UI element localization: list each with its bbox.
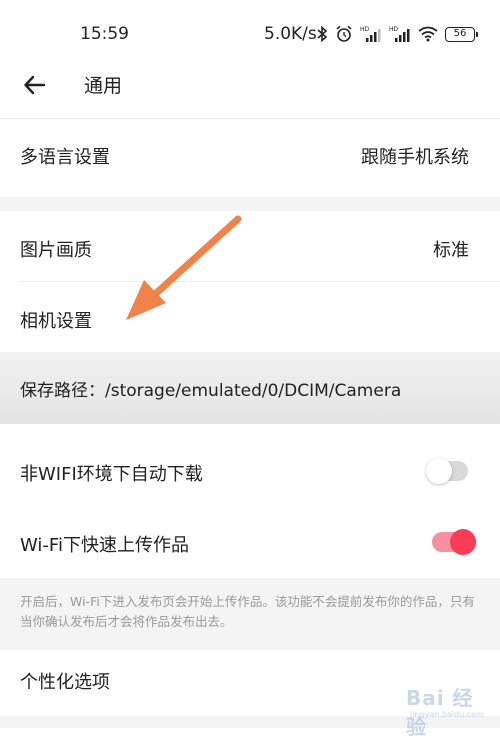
toggle-knob — [426, 458, 452, 484]
image-quality-row[interactable]: 图片画质 标准 — [0, 211, 500, 281]
signal-hd-icon: HD — [389, 26, 410, 42]
auto-download-toggle[interactable] — [426, 458, 468, 484]
image-quality-value: 标准 — [433, 240, 469, 261]
signal-hd-icon: HD — [360, 26, 381, 42]
baidu-jingyan-watermark: Bai 经验 jingyan.baidu.com — [406, 676, 492, 739]
back-arrow-icon[interactable] — [22, 72, 48, 98]
fast-upload-note: 开启后，Wi-Fi下进入发布页会开始上传作品。该功能不会提前发布你的作品，只有当… — [20, 594, 475, 629]
page-title: 通用 — [84, 75, 123, 97]
network-speed: 5.0K/s — [264, 24, 317, 44]
save-path-row: 保存路径：/storage/emulated/0/DCIM/Camera — [0, 352, 500, 424]
battery-icon: 56 — [445, 26, 478, 42]
image-quality-label: 图片画质 — [20, 240, 92, 261]
svg-text:HD: HD — [389, 26, 399, 33]
status-icons: HD HD 56 — [316, 24, 478, 44]
save-path-label: 保存路径：/storage/emulated/0/DCIM/Camera — [20, 381, 402, 401]
status-time: 15:59 — [80, 24, 129, 44]
app-header: 通用 — [0, 64, 500, 119]
status-bar: 15:59 5.0K/s HD HD 56 — [0, 0, 500, 64]
language-label: 多语言设置 — [20, 147, 110, 168]
fast-upload-label: Wi-Fi下快速上传作品 — [20, 535, 189, 556]
camera-settings-row[interactable]: 相机设置 — [0, 282, 500, 352]
watermark-url: jingyan.baidu.com — [410, 710, 484, 719]
wifi-icon — [418, 26, 438, 42]
toggle-knob — [450, 529, 476, 555]
section-gap — [0, 197, 500, 211]
svg-text:HD: HD — [360, 26, 370, 33]
auto-download-row: 非WIFI环境下自动下载 — [0, 436, 500, 506]
language-value: 跟随手机系统 — [361, 147, 469, 168]
auto-download-label: 非WIFI环境下自动下载 — [20, 464, 203, 485]
fast-upload-toggle[interactable] — [432, 529, 476, 555]
fast-upload-row: Wi-Fi下快速上传作品 — [0, 506, 500, 578]
personalization-label: 个性化选项 — [20, 672, 110, 693]
language-setting-row[interactable]: 多语言设置 跟随手机系统 — [0, 119, 500, 197]
bluetooth-icon — [317, 25, 328, 43]
alarm-icon — [336, 25, 352, 42]
camera-settings-label: 相机设置 — [20, 311, 92, 332]
